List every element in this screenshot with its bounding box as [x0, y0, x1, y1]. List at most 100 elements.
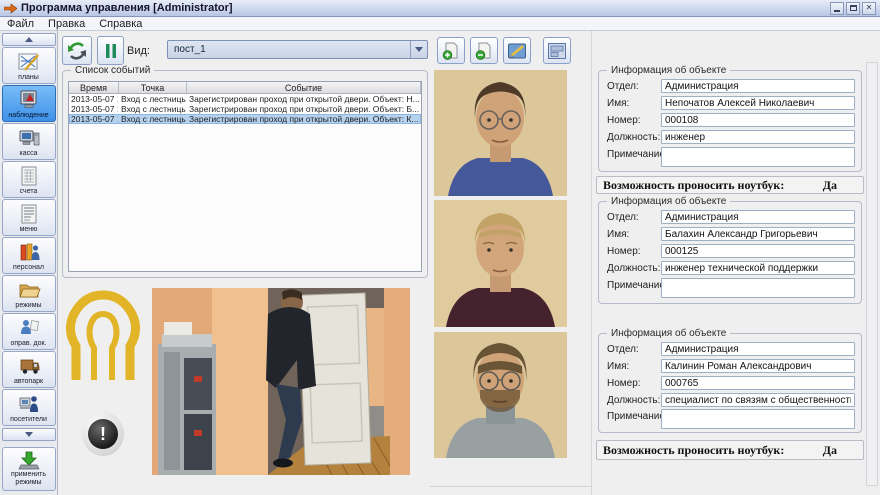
close-icon[interactable]: ✕ [862, 1, 876, 15]
sidebar-item-excuse-docs[interactable]: оправ. док. [1, 313, 56, 350]
sidebar-item-modes[interactable]: режимы [1, 275, 56, 312]
laptop-permission-label: Возможность проносить ноутбук: [603, 442, 785, 457]
apply-modes-icon [17, 451, 40, 469]
note-field[interactable] [661, 147, 855, 167]
dept-field[interactable] [661, 210, 855, 224]
events-table[interactable]: Время Точка Событие 2013-05-07 1... Вход… [68, 81, 422, 272]
pause-icon [105, 43, 116, 58]
remove-object-button[interactable] [470, 37, 498, 64]
note-label: Примечание: [607, 280, 668, 291]
minimize-icon[interactable] [830, 1, 844, 15]
camera-scene [152, 288, 410, 476]
position-label: Должность: [607, 395, 661, 406]
position-field[interactable] [661, 393, 855, 407]
sphinx-logo-icon [64, 290, 142, 385]
panel-divider [591, 31, 592, 495]
person-photo-3 [434, 332, 567, 458]
number-field[interactable] [661, 376, 855, 390]
alert-button[interactable]: ! [82, 412, 124, 456]
number-label: Номер: [607, 246, 641, 257]
sidebar-item-personnel[interactable]: персонал [1, 237, 56, 274]
table-row[interactable]: 2013-05-07 1... Вход с лестницы Зарегист… [69, 94, 421, 104]
number-label: Номер: [607, 378, 641, 389]
cashdesk-icon [19, 130, 39, 145]
refresh-button[interactable] [62, 36, 92, 65]
column-header-event[interactable]: Событие [187, 82, 421, 93]
number-field[interactable] [661, 244, 855, 258]
titlebar: Программа управления [Administrator] ✕ [0, 0, 880, 17]
laptop-permission-label: Возможность проносить ноутбук: [603, 177, 785, 192]
name-field[interactable] [661, 359, 855, 373]
view-combobox-value: пост_1 [174, 44, 206, 55]
object-info-group-1: Информация об объекте Отдел: Имя: Номер:… [598, 65, 862, 172]
cell-time: 2013-05-07 1... [71, 114, 118, 124]
cell-event: Зарегистрирован проход при открытой двер… [189, 114, 419, 124]
sidebar-item-label: посетители [10, 415, 47, 423]
sidebar-item-label: персонал [13, 263, 44, 271]
position-field[interactable] [661, 130, 855, 144]
cell-event: Зарегистрирован проход при открытой двер… [189, 94, 420, 104]
number-field[interactable] [661, 113, 855, 127]
chevron-down-icon [24, 432, 33, 437]
sidebar-scroll-up-button[interactable] [1, 33, 56, 46]
apply-modes-button[interactable]: применить режимы [1, 447, 56, 491]
chevron-up-icon [24, 37, 33, 42]
sidebar-scroll-down-button[interactable] [1, 428, 56, 441]
column-header-time[interactable]: Время [69, 82, 119, 93]
dept-label: Отдел: [607, 81, 639, 92]
sidebar-item-vehicles[interactable]: автопарк [1, 351, 56, 388]
menu-file[interactable]: Файл [7, 18, 34, 30]
view-combobox[interactable]: пост_1 [167, 40, 428, 59]
events-group-title: Список событий [71, 65, 155, 76]
pause-button[interactable] [97, 36, 124, 65]
sidebar-item-cashdesk[interactable]: касса [1, 123, 56, 160]
layout-window-icon [548, 42, 566, 59]
name-label: Имя: [607, 98, 630, 109]
visitors-icon [19, 395, 38, 412]
menu-doc-icon [21, 204, 36, 223]
layout-window-button[interactable] [543, 37, 571, 64]
dept-field[interactable] [661, 342, 855, 356]
add-doc-icon [442, 42, 458, 60]
name-field[interactable] [661, 96, 855, 110]
surveillance-icon [20, 90, 36, 108]
menu-edit[interactable]: Правка [48, 18, 85, 30]
object-info-group-2: Информация об объекте Отдел: Имя: Номер:… [598, 196, 862, 304]
sidebar-item-visitors[interactable]: посетители [1, 389, 56, 426]
menu-help[interactable]: Справка [99, 18, 142, 30]
combo-dropdown-icon[interactable] [410, 41, 427, 58]
accounts-icon [21, 166, 36, 185]
dept-label: Отдел: [607, 344, 639, 355]
app-icon [4, 2, 17, 14]
sidebar-item-surveillance[interactable]: наблюдение [1, 85, 56, 122]
edit-object-button[interactable] [503, 37, 531, 64]
remove-doc-icon [475, 42, 491, 60]
table-row-selected[interactable]: 2013-05-07 1... Вход с лестницы Зарегист… [69, 114, 421, 124]
note-label: Примечание: [607, 411, 668, 422]
sidebar-item-menu[interactable]: меню [1, 199, 56, 236]
sidebar-item-label: режимы [15, 301, 42, 309]
cell-time: 2013-05-07 1... [71, 94, 118, 104]
table-row[interactable]: 2013-05-07 1... Вход с лестницы Зарегист… [69, 104, 421, 114]
cell-event: Зарегистрирован проход при открытой двер… [189, 104, 420, 114]
sidebar-item-plans[interactable]: планы [1, 47, 56, 84]
sidebar-item-label: касса [19, 149, 38, 157]
person-photo-1 [434, 70, 567, 196]
column-header-point[interactable]: Точка [119, 82, 187, 93]
object-info-title: Информация об объекте [607, 65, 731, 76]
right-panel-scrollbar[interactable] [866, 62, 878, 486]
maximize-icon[interactable] [846, 1, 860, 15]
personnel-icon [20, 243, 39, 260]
object-info-title: Информация об объекте [607, 328, 731, 339]
position-field[interactable] [661, 261, 855, 275]
add-object-button[interactable] [437, 37, 465, 64]
note-field[interactable] [661, 278, 855, 298]
name-field[interactable] [661, 227, 855, 241]
dept-field[interactable] [661, 79, 855, 93]
dept-label: Отдел: [607, 212, 639, 223]
sidebar-item-accounts[interactable]: счета [1, 161, 56, 198]
sidebar: планы наблюдение касса счета меню персон… [0, 31, 58, 495]
photos-splitter [430, 486, 592, 487]
apply-modes-label-line2: режимы [15, 479, 42, 486]
note-field[interactable] [661, 409, 855, 429]
